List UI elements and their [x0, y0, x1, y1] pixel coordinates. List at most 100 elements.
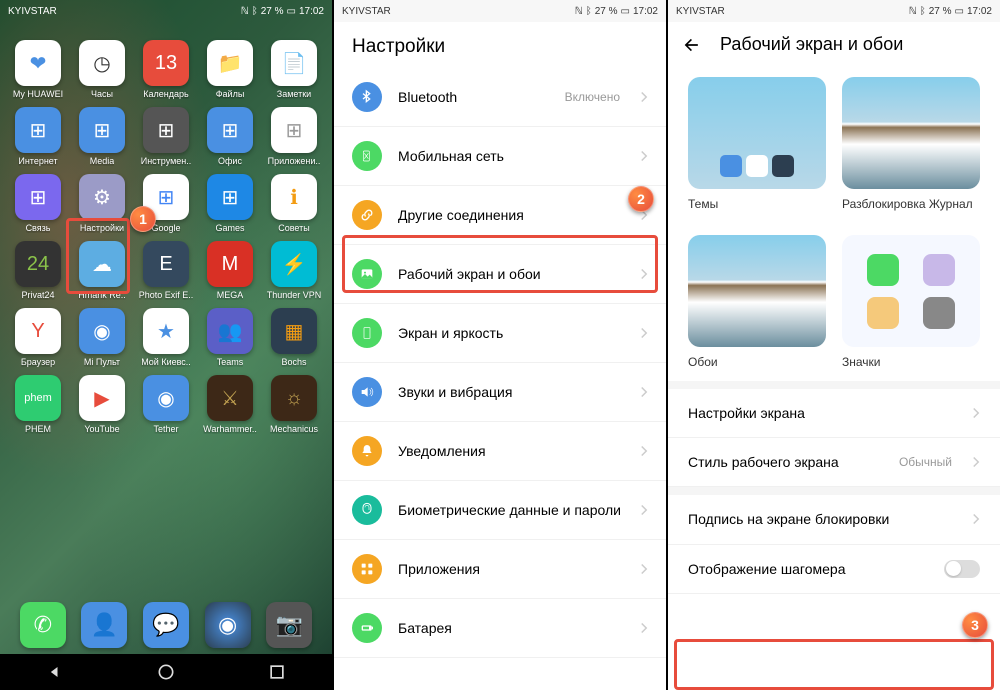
- setting-bat[interactable]: Батарея: [334, 599, 666, 658]
- setting-apps[interactable]: Приложения: [334, 540, 666, 599]
- app-[interactable]: 13Календарь: [136, 40, 196, 99]
- bluetooth-icon: ᛒ: [920, 6, 926, 17]
- settings-list: BluetoothВключеноМобильная сетьДругие со…: [334, 68, 666, 658]
- app-icon: E: [143, 241, 189, 287]
- badge-1: 1: [130, 206, 156, 232]
- app-bochs[interactable]: ▦Bochs: [264, 308, 324, 367]
- app-warhammer[interactable]: ⚔Warhammer..: [200, 375, 260, 434]
- setting-bio[interactable]: Биометрические данные и пароли: [334, 481, 666, 540]
- setting-sim[interactable]: Мобильная сеть: [334, 127, 666, 186]
- app-icon: ⊞: [207, 174, 253, 220]
- app-[interactable]: ⊞Связь: [8, 174, 68, 233]
- app-mega[interactable]: MMEGA: [200, 241, 260, 300]
- app-games[interactable]: ⊞ Games: [200, 174, 260, 233]
- app-icon: ▦: [271, 308, 317, 354]
- wallpaper-option[interactable]: Обои: [688, 235, 826, 369]
- app-icon: ⚔: [207, 375, 253, 421]
- dock-camera[interactable]: 📷: [266, 602, 312, 648]
- status-bar: KYIVSTAR ℕ ᛒ 27 % ▭ 17:02: [668, 0, 1000, 22]
- themes-option[interactable]: Темы: [688, 77, 826, 211]
- app-label: Mi Пульт: [84, 357, 120, 367]
- app-[interactable]: ◷Часы: [72, 40, 132, 99]
- sim-icon: [352, 141, 382, 171]
- dock-messages[interactable]: 💬: [143, 602, 189, 648]
- app-label: Мой Киевс..: [141, 357, 191, 367]
- magazine-unlock-option[interactable]: Разблокировка Журнал: [842, 77, 980, 211]
- app-label: Teams: [217, 357, 244, 367]
- setting-value: Включено: [565, 90, 620, 104]
- app-hmarikre[interactable]: ☁Hmarik Re..: [72, 241, 132, 300]
- home-screen[interactable]: KYIVSTAR ℕ ᛒ 27 % ▭ 17:02 ❤My HUAWEI◷Час…: [0, 0, 332, 690]
- dock-contacts[interactable]: 👤: [81, 602, 127, 648]
- app-[interactable]: 📁Файлы: [200, 40, 260, 99]
- app-icon: ⚡: [271, 241, 317, 287]
- nav-recent-icon[interactable]: [267, 662, 287, 682]
- app-privat24[interactable]: 24Privat24: [8, 241, 68, 300]
- mini-app-icon: [923, 297, 955, 329]
- app-mi[interactable]: ◉Mi Пульт: [72, 308, 132, 367]
- app-[interactable]: YБраузер: [8, 308, 68, 367]
- wallpaper-item[interactable]: Отображение шагомера: [668, 545, 1000, 594]
- setting-link[interactable]: Другие соединения: [334, 186, 666, 245]
- app-[interactable]: ⊞Офис: [200, 107, 260, 166]
- wallpaper-title: Рабочий экран и обои: [720, 34, 903, 55]
- app-label: Инструмен..: [141, 156, 192, 166]
- chevron-right-icon: [972, 513, 980, 525]
- back-icon[interactable]: [682, 35, 702, 55]
- app-teams[interactable]: 👥Teams: [200, 308, 260, 367]
- app-[interactable]: 📄Заметки: [264, 40, 324, 99]
- nav-bar: [0, 654, 332, 690]
- app-[interactable]: ⊞Интернет: [8, 107, 68, 166]
- app-media[interactable]: ⊞Media: [72, 107, 132, 166]
- wallpaper-item[interactable]: Стиль рабочего экранаОбычный: [668, 438, 1000, 487]
- mini-app-icon: [867, 254, 899, 286]
- setting-disp[interactable]: Экран и яркость: [334, 304, 666, 363]
- app-[interactable]: ⊞Инструмен..: [136, 107, 196, 166]
- app-icon: ℹ: [271, 174, 317, 220]
- carrier-label: KYIVSTAR: [8, 6, 57, 17]
- app-label: Photo Exif E..: [139, 290, 194, 300]
- nav-back-icon[interactable]: [45, 662, 65, 682]
- battery-label: 27 %: [261, 6, 284, 17]
- setting-bell[interactable]: Уведомления: [334, 422, 666, 481]
- dock-ai[interactable]: ◉: [205, 602, 251, 648]
- setting-snd[interactable]: Звуки и вибрация: [334, 363, 666, 422]
- toggle-switch[interactable]: [944, 560, 980, 578]
- app-youtube[interactable]: ▶YouTube: [72, 375, 132, 434]
- wallpaper-item[interactable]: Настройки экрана: [668, 389, 1000, 438]
- chevron-right-icon: [640, 91, 648, 103]
- dock-phone[interactable]: ✆: [20, 602, 66, 648]
- app-[interactable]: ⚙Настройки: [72, 174, 132, 233]
- icons-option[interactable]: Значки: [842, 235, 980, 369]
- app-[interactable]: ★Мой Киевс..: [136, 308, 196, 367]
- bat-icon: [352, 613, 382, 643]
- app-label: Приложени..: [268, 156, 321, 166]
- bluetooth-icon: ᛒ: [252, 6, 258, 17]
- app-label: Games: [215, 223, 244, 233]
- app-mechanicus[interactable]: ☼ Mechanicus: [264, 375, 324, 434]
- status-bar: KYIVSTAR ℕ ᛒ 27 % ▭ 17:02: [0, 0, 332, 22]
- wallpaper-item[interactable]: Подпись на экране блокировки: [668, 495, 1000, 544]
- phone-settings: KYIVSTAR ℕ ᛒ 27 % ▭ 17:02 Настройки Blue…: [334, 0, 666, 690]
- badge-2: 2: [628, 186, 654, 212]
- icons-thumb: [842, 235, 980, 347]
- setting-bt[interactable]: BluetoothВключено: [334, 68, 666, 127]
- app-thundervpn[interactable]: ⚡Thunder VPN: [264, 241, 324, 300]
- dock: ✆ 👤 💬 ◉ 📷: [0, 602, 332, 648]
- unlock-label: Разблокировка Журнал: [842, 197, 980, 211]
- nav-home-icon[interactable]: [156, 662, 176, 682]
- app-label: Mechanicus: [270, 424, 318, 434]
- app-icon: 13: [143, 40, 189, 86]
- app-tether[interactable]: ◉Tether: [136, 375, 196, 434]
- unlock-thumb: [842, 77, 980, 189]
- app-[interactable]: ℹСоветы: [264, 174, 324, 233]
- app-photoexife[interactable]: E Photo Exif E..: [136, 241, 196, 300]
- chevron-right-icon: [640, 386, 648, 398]
- app-icon: Y: [15, 308, 61, 354]
- app-myhuawei[interactable]: ❤My HUAWEI: [8, 40, 68, 99]
- app-icon: ☼: [271, 375, 317, 421]
- app-phem[interactable]: phemPHEM: [8, 375, 68, 434]
- app-[interactable]: ⊞Приложени..: [264, 107, 324, 166]
- setting-img[interactable]: Рабочий экран и обои: [334, 245, 666, 304]
- divider: [668, 381, 1000, 389]
